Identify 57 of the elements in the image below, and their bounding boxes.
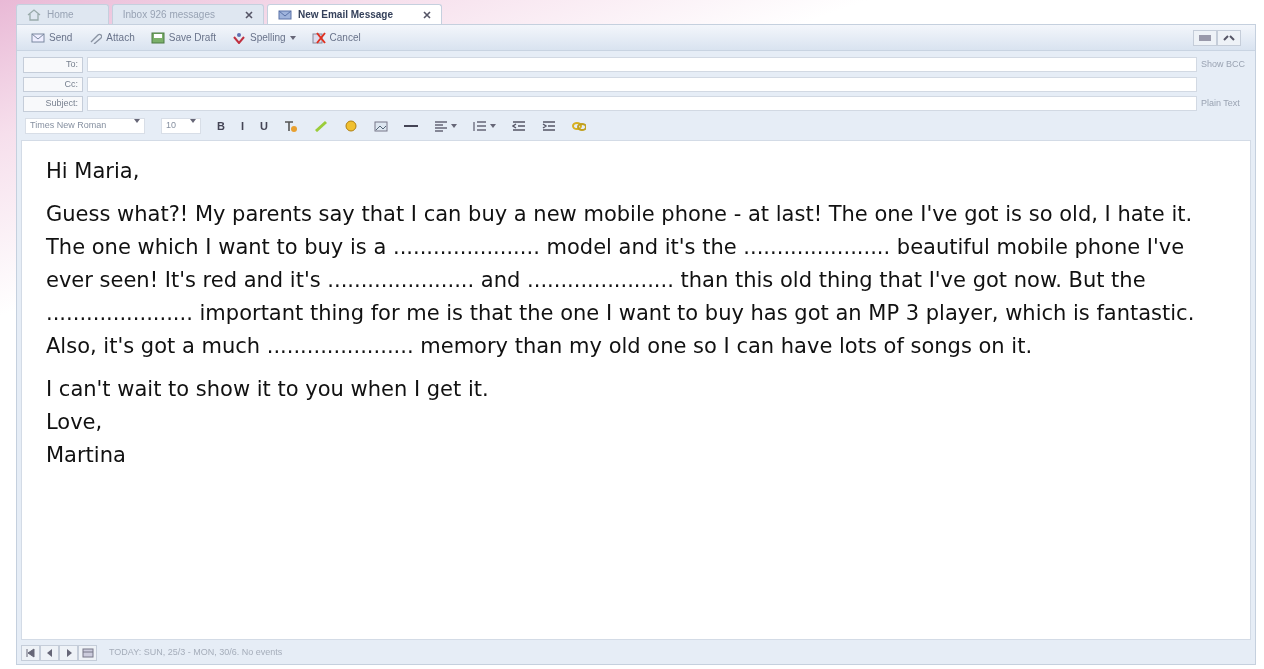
toolbar-button[interactable]: Cancel	[311, 30, 361, 45]
font-dropdown[interactable]: Times New Roman	[25, 118, 145, 134]
format-button[interactable]	[373, 119, 388, 132]
field-label-button[interactable]: Cc:	[23, 76, 83, 92]
message-text: Love,	[46, 409, 104, 436]
message-text: Martina	[46, 442, 127, 469]
input-field[interactable]	[87, 76, 1197, 92]
calendar-icon	[80, 647, 95, 659]
nav-button[interactable]	[78, 645, 97, 661]
message-text: Hi Maria,	[46, 158, 141, 185]
format-button[interactable]: I	[240, 117, 244, 134]
highlighter-icon	[313, 119, 328, 132]
text-color-icon	[283, 119, 298, 132]
size-dropdown[interactable]: 10	[161, 118, 201, 134]
header-link[interactable]: Show BCC	[1201, 58, 1249, 72]
tab[interactable]: New Email Message	[266, 4, 442, 24]
link-icon	[571, 119, 586, 132]
indent-icon	[541, 119, 556, 132]
view-button[interactable]	[1193, 29, 1217, 46]
format-button[interactable]: B	[217, 117, 225, 134]
house-icon	[27, 8, 41, 21]
format-button[interactable]	[472, 119, 496, 132]
envelope-icon	[277, 8, 292, 21]
message-body-field[interactable]	[21, 140, 1251, 640]
toolbar-button[interactable]: Send	[31, 30, 73, 45]
align-left-icon	[433, 119, 448, 132]
first-page-icon	[23, 647, 38, 659]
input-field[interactable]	[87, 96, 1197, 112]
cross-icon	[311, 31, 326, 44]
nav-button[interactable]	[40, 645, 59, 661]
field-label-button[interactable]: To:	[23, 57, 83, 73]
header-link[interactable]: Plain Text	[1201, 97, 1249, 111]
format-button[interactable]	[511, 119, 526, 132]
message-text: Guess what?! My parents say that I can buy a new mobile phone - at last! The one I've got is so old, I hate it. The one which I want to buy is a ...................... model and it's the ...................... beautiful mobile phone I've ever seen! It's red and it's ...................... and ...................... than this old thing that I've got now. But the ...................... important thing for me is that the one I want to buy has got an MP 3 player, which is fantastic. Also, it's got a much ...................... memory than my old one so I can have lots of songs on it.	[46, 201, 1196, 360]
view-button[interactable]	[1217, 29, 1241, 46]
caret-icon	[190, 119, 196, 123]
toolbar-button[interactable]: Spelling	[231, 30, 296, 45]
nav-button[interactable]	[59, 645, 78, 661]
format-button[interactable]	[541, 119, 556, 132]
tab[interactable]: Inbox 926 messages	[111, 4, 264, 24]
nav-button[interactable]	[21, 645, 40, 661]
picture-icon	[373, 119, 388, 132]
caret-icon	[134, 119, 140, 123]
input-field[interactable]	[87, 57, 1197, 73]
toolbar-button[interactable]: Save Draft	[150, 30, 216, 45]
smiley-icon	[343, 119, 358, 132]
spell-check-icon	[231, 31, 246, 44]
format-button[interactable]: U	[260, 117, 268, 134]
format-button[interactable]	[283, 119, 298, 132]
list-icon	[472, 119, 487, 132]
outdent-icon	[511, 119, 526, 132]
message-text: I can't wait to show it to you when I get it.	[46, 376, 490, 403]
toolbar-button[interactable]: Attach	[88, 30, 135, 45]
paperclip-icon	[88, 31, 103, 44]
format-button[interactable]	[433, 119, 457, 132]
envelope-icon	[31, 31, 45, 44]
field-label-button[interactable]: Subject:	[23, 96, 83, 112]
